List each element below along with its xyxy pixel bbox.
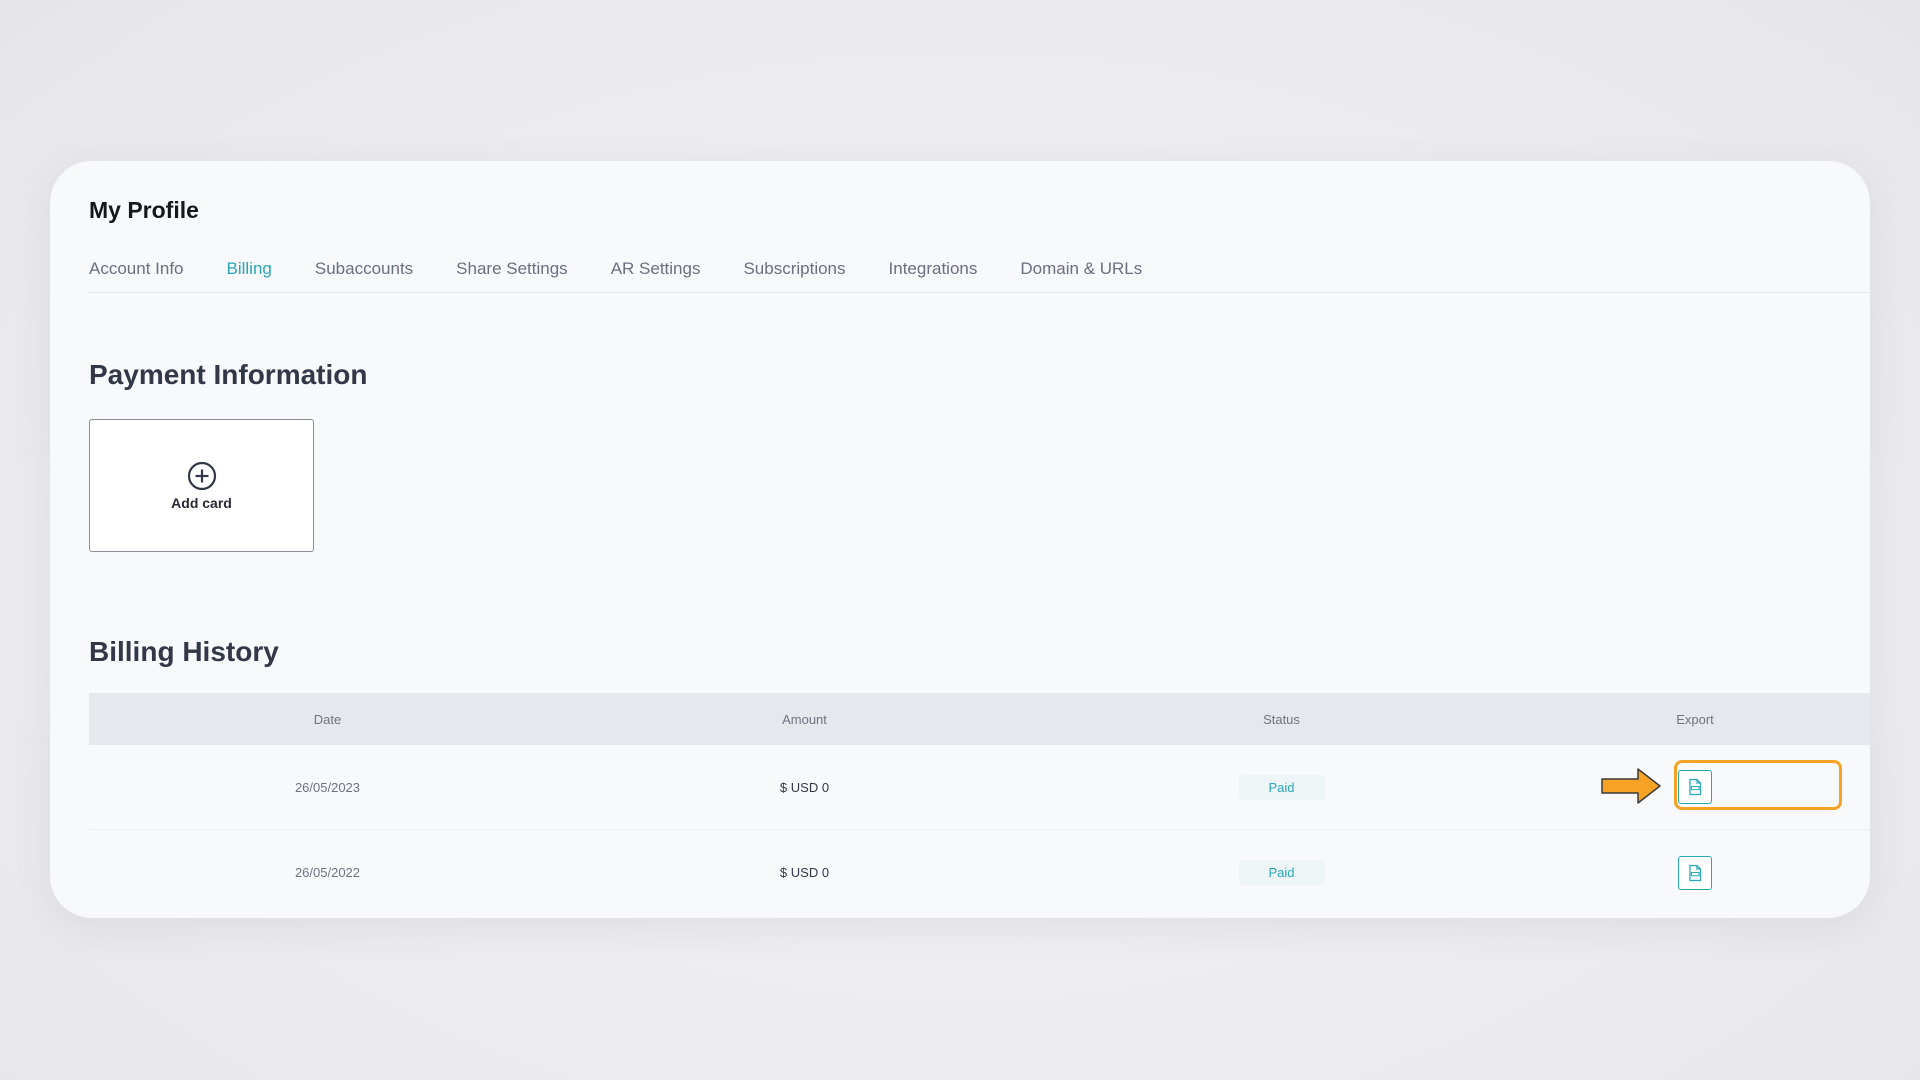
table-header: Date Amount Status Export [89, 693, 1870, 745]
page-title: My Profile [89, 197, 199, 223]
billing-history-heading: Billing History [89, 636, 279, 667]
add-card-label: Add card [171, 494, 232, 511]
row-amount: $ USD 0 [779, 865, 830, 880]
row-status-cell: Paid [1043, 830, 1520, 915]
tab-ar-settings[interactable]: AR Settings [611, 259, 701, 292]
tab-subaccounts[interactable]: Subaccounts [315, 259, 413, 292]
table-row: 26/05/2022 $ USD 0 Paid [89, 830, 1870, 915]
row-status-cell: Paid [1043, 745, 1520, 829]
tab-integrations[interactable]: Integrations [889, 259, 978, 292]
export-pdf-button[interactable] [1678, 855, 1712, 890]
pointer-arrow-icon [1601, 768, 1661, 804]
row-date: 26/05/2022 [294, 865, 361, 880]
profile-tabs: Account Info Billing Subaccounts Share S… [89, 259, 1870, 293]
tab-account-info[interactable]: Account Info [89, 259, 184, 292]
profile-card: My Profile Account Info Billing Subaccou… [50, 161, 1870, 918]
export-highlight-box [1674, 760, 1842, 810]
tab-billing[interactable]: Billing [227, 259, 272, 292]
tab-domain-urls[interactable]: Domain & URLs [1020, 259, 1142, 292]
plus-circle-icon [187, 461, 216, 490]
pdf-file-icon [1689, 864, 1702, 881]
column-header-date: Date [313, 711, 342, 727]
row-date: 26/05/2023 [294, 779, 361, 795]
row-amount: $ USD 0 [779, 779, 830, 795]
payment-information-heading: Payment Information [89, 359, 368, 390]
column-header-status: Status [1263, 711, 1300, 727]
status-badge: Paid [1238, 774, 1325, 800]
row-export-cell [1520, 830, 1870, 915]
column-header-export: Export [1676, 711, 1714, 727]
column-header-amount: Amount [782, 711, 827, 727]
add-card-button[interactable]: Add card [89, 419, 314, 552]
status-badge: Paid [1238, 860, 1325, 885]
tab-share-settings[interactable]: Share Settings [456, 259, 568, 292]
tab-subscriptions[interactable]: Subscriptions [743, 259, 845, 292]
